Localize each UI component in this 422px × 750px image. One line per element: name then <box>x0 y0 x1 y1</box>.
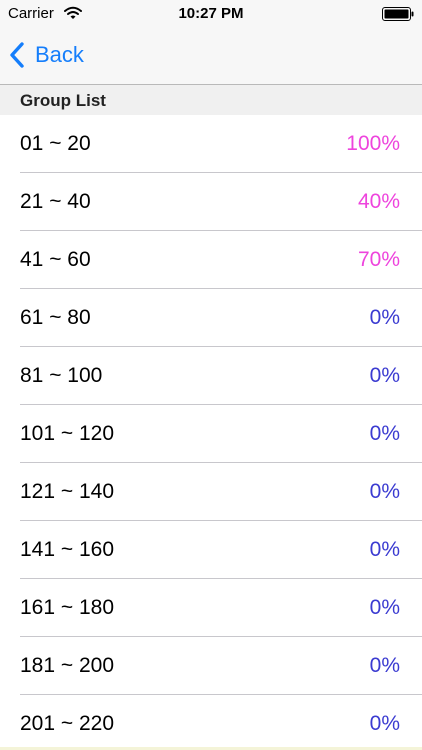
group-row[interactable]: 61 ~ 80 0% <box>0 289 422 347</box>
status-time: 10:27 PM <box>178 5 244 22</box>
group-range: 81 ~ 100 <box>20 364 103 387</box>
group-row[interactable]: 41 ~ 60 70% <box>0 231 422 289</box>
back-label: Back <box>35 42 84 67</box>
group-row[interactable]: 81 ~ 100 0% <box>0 347 422 405</box>
group-range: 61 ~ 80 <box>20 306 91 329</box>
section-title: Group List <box>20 91 106 110</box>
group-range: 201 ~ 220 <box>20 712 115 735</box>
section-header: Group List <box>0 85 422 115</box>
group-range: 101 ~ 120 <box>20 422 115 445</box>
status-bar: Carrier 10:27 PM <box>0 0 422 28</box>
group-percent: 0% <box>369 364 400 387</box>
chevron-left-icon <box>10 42 24 68</box>
group-row[interactable]: 201 ~ 220 0% <box>0 695 422 750</box>
group-range: 21 ~ 40 <box>20 190 91 213</box>
group-percent: 0% <box>369 712 400 735</box>
group-percent: 0% <box>369 654 400 677</box>
group-range: 141 ~ 160 <box>20 538 115 561</box>
screen: Carrier 10:27 PM Back Group List 01 ~ 20… <box>0 0 422 750</box>
back-button[interactable]: Back <box>8 38 84 72</box>
group-percent: 0% <box>369 538 400 561</box>
group-row[interactable]: 21 ~ 40 40% <box>0 173 422 231</box>
group-percent: 70% <box>357 248 400 271</box>
group-row[interactable]: 181 ~ 200 0% <box>0 637 422 695</box>
group-row[interactable]: 01 ~ 20 100% <box>0 115 422 173</box>
group-range: 121 ~ 140 <box>20 480 115 503</box>
group-row[interactable]: 141 ~ 160 0% <box>0 521 422 579</box>
group-row[interactable]: 161 ~ 180 0% <box>0 579 422 637</box>
group-percent: 0% <box>369 422 400 445</box>
group-list: 01 ~ 20 100% 21 ~ 40 40% 41 ~ 60 70% 61 … <box>0 115 422 750</box>
group-percent: 100% <box>346 132 400 155</box>
group-percent: 0% <box>369 596 400 619</box>
group-row[interactable]: 121 ~ 140 0% <box>0 463 422 521</box>
group-percent: 0% <box>369 306 400 329</box>
group-row[interactable]: 101 ~ 120 0% <box>0 405 422 463</box>
navigation-bar: Carrier 10:27 PM Back <box>0 0 422 85</box>
battery-icon <box>382 7 414 21</box>
group-range: 161 ~ 180 <box>20 596 115 619</box>
group-range: 41 ~ 60 <box>20 248 91 271</box>
group-percent: 0% <box>369 480 400 503</box>
group-percent: 40% <box>357 190 400 213</box>
group-range: 181 ~ 200 <box>20 654 115 677</box>
group-range: 01 ~ 20 <box>20 132 91 155</box>
